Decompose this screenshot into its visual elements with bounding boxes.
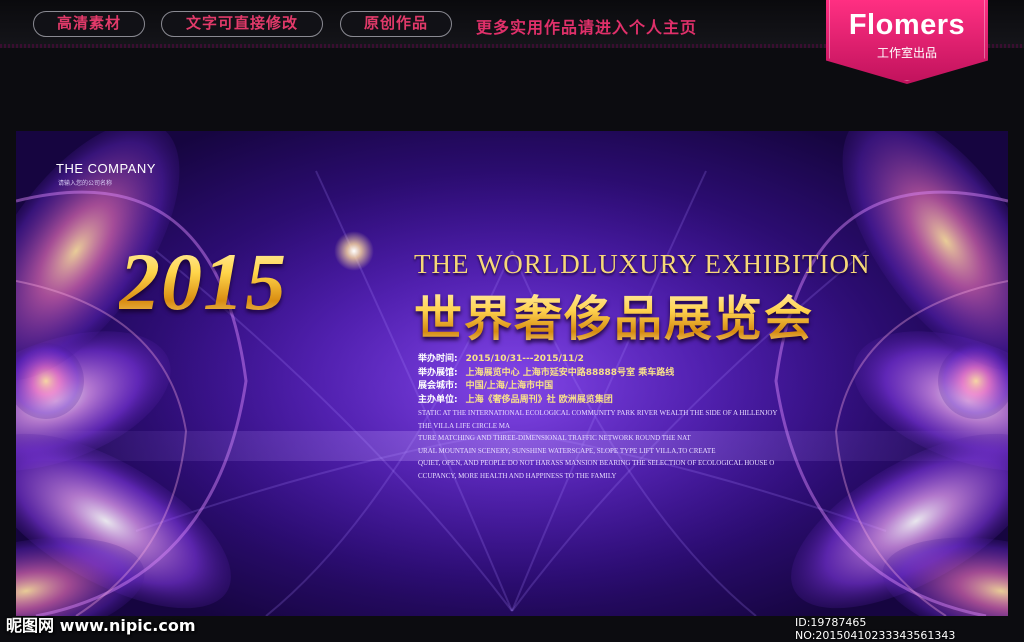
- badge-subtitle: 工作室出品: [876, 46, 937, 60]
- pill-editable-text[interactable]: 文字可直接修改: [161, 11, 323, 37]
- badge-brand-name: Flomers: [848, 9, 966, 41]
- pill-original-work[interactable]: 原创作品: [340, 11, 452, 37]
- company-name: THE COMPANY: [56, 161, 156, 176]
- info-label: 举办展馆:: [418, 367, 458, 378]
- description-line: URAL MOUNTAIN SCENERY, SUNSHINE WATERSCA…: [418, 446, 716, 455]
- info-value: 上海《奢侈品周刊》社 欧洲展览集团: [465, 394, 613, 405]
- company-subtitle: 请输入您的公司名称: [58, 180, 113, 187]
- description-line: STATIC AT THE INTERNATIONAL ECOLOGICAL C…: [418, 409, 778, 417]
- description-line: CCUPANCY, MORE HEALTH AND HAPPINESS TO T…: [418, 471, 617, 480]
- lens-flare: [334, 231, 374, 271]
- info-label: 主办单位:: [418, 394, 458, 405]
- info-row-city: 展会城市: 中国/上海/上海市中国: [418, 380, 674, 394]
- title-chinese: 世界奢侈品展览会: [414, 279, 814, 349]
- description-line: QUIET, OPEN, AND PEOPLE DO NOT HARASS MA…: [418, 459, 775, 468]
- more-works-link[interactable]: 更多实用作品请进入个人主页: [476, 14, 697, 38]
- nipic-watermark: 昵图网 www.nipic.com: [6, 616, 196, 635]
- info-value: 2015/10/31---2015/11/2: [465, 354, 584, 364]
- description-line: TURE MATCHING AND THREE-DIMENSIONAL TRAF…: [418, 434, 691, 443]
- description-text: STATIC AT THE INTERNATIONAL ECOLOGICAL C…: [418, 407, 838, 483]
- year-heading: 2015: [119, 236, 287, 327]
- info-value: 上海展览中心 上海市延安中路88888号室 乘车路线: [465, 367, 675, 378]
- title-english: THE WORLDLUXURY EXHIBITION: [414, 249, 871, 279]
- studio-badge[interactable]: Flomers 工作室出品: [826, 0, 988, 84]
- info-row-time: 举办时间: 2015/10/31---2015/11/2: [418, 353, 674, 367]
- info-value: 中国/上海/上海市中国: [465, 381, 554, 391]
- image-id-watermark: ID:19787465 NO:20150410233343561343: [795, 616, 956, 642]
- info-row-venue: 举办展馆: 上海展览中心 上海市延安中路88888号室 乘车路线: [418, 367, 674, 381]
- info-label: 举办时间:: [418, 354, 458, 364]
- info-row-organizer: 主办单位: 上海《奢侈品周刊》社 欧洲展览集团: [418, 394, 674, 408]
- description-line: THE VILLA LIFE CIRCLE MA: [418, 421, 511, 430]
- pill-hd-material[interactable]: 高清素材: [33, 11, 145, 37]
- event-info: 举办时间: 2015/10/31---2015/11/2 举办展馆: 上海展览中心 …: [418, 353, 674, 407]
- info-label: 展会城市:: [418, 381, 458, 391]
- exhibition-banner: THE COMPANY 请输入您的公司名称 2015 THE WORLDLUXU…: [16, 131, 1008, 616]
